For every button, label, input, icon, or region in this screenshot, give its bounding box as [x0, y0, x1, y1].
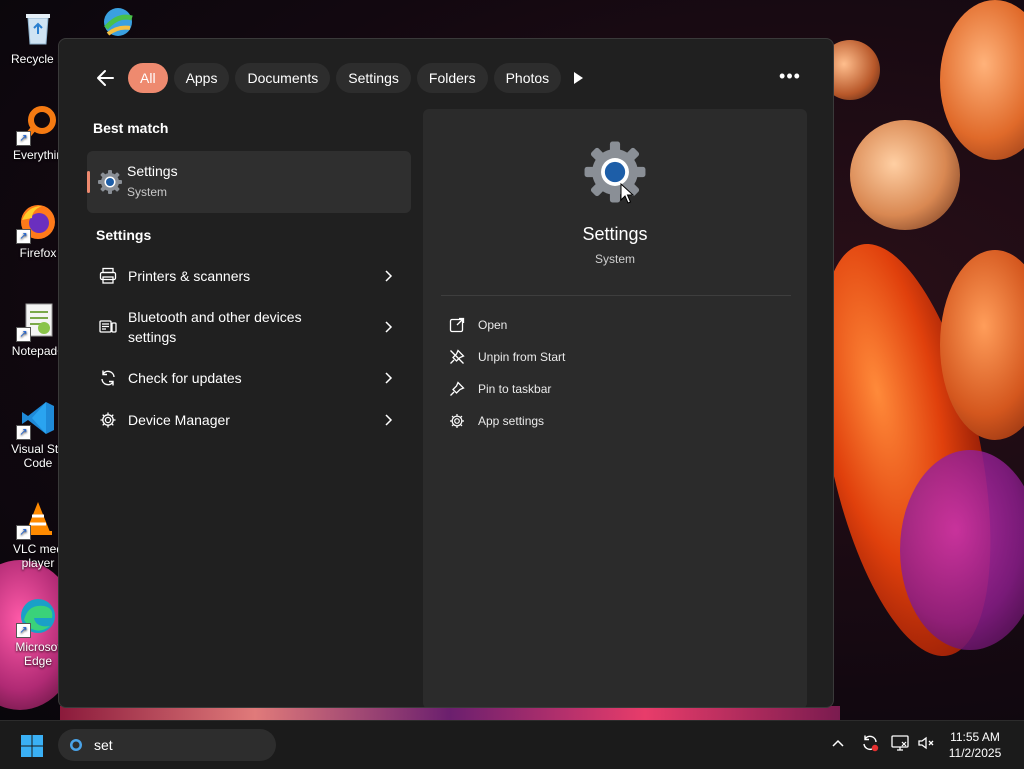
shortcut-arrow-icon: ↗ [16, 623, 31, 638]
taskbar-clock[interactable]: 11:55 AM 11/2/2025 [940, 729, 1010, 761]
shortcut-arrow-icon: ↗ [16, 525, 31, 540]
best-match-subtitle: System [127, 185, 168, 199]
sync-icon [863, 735, 879, 752]
settings-result-label: Device Manager [128, 412, 230, 428]
filter-settings[interactable]: Settings [336, 63, 411, 93]
filter-all[interactable]: All [128, 63, 168, 93]
shortcut-arrow-icon: ↗ [16, 425, 31, 440]
filter-folders[interactable]: Folders [416, 63, 488, 93]
search-magnifier-icon: ↗ [16, 104, 58, 146]
action-label: Unpin from Start [478, 350, 566, 364]
settings-heading: Settings [96, 227, 152, 243]
volume-muted-icon [918, 736, 934, 750]
search-panel: All Apps Documents Settings Folders Phot… [58, 38, 834, 708]
chevron-up-icon [832, 739, 844, 747]
show-hidden-icons-button[interactable] [828, 733, 848, 753]
chevron-right-icon [383, 319, 393, 335]
taskbar-search-box[interactable]: set [58, 729, 276, 761]
recycle-bin-icon [18, 8, 58, 48]
shortcut-arrow-icon: ↗ [16, 131, 31, 146]
arrow-left-icon [97, 70, 114, 86]
filter-chips: All Apps Documents Settings Folders Phot… [128, 63, 562, 93]
gear-icon [449, 413, 465, 429]
filter-documents[interactable]: Documents [235, 63, 331, 93]
notepadpp-icon: ↗ [16, 300, 58, 342]
settings-result-device-manager[interactable]: Device Manager [87, 401, 411, 439]
search-icon [68, 737, 84, 753]
action-label: Open [478, 318, 508, 332]
best-match-heading: Best match [93, 120, 169, 136]
vscode-icon: ↗ [16, 398, 58, 440]
tray-network-button[interactable] [890, 733, 910, 753]
wallpaper-strip [60, 706, 840, 720]
open-external-icon [449, 317, 465, 333]
tray-sync-button[interactable] [860, 733, 880, 753]
action-label: App settings [478, 414, 545, 428]
best-match-item[interactable]: Settings System [87, 151, 411, 213]
unpin-icon [449, 349, 465, 365]
clock-time: 11:55 AM [950, 730, 1000, 744]
more-filters-button[interactable] [567, 67, 589, 89]
mouse-cursor-icon [620, 182, 635, 205]
selection-accent [87, 171, 90, 193]
action-label: Pin to taskbar [478, 382, 552, 396]
play-arrow-icon [574, 72, 583, 84]
shortcut-arrow-icon: ↗ [16, 327, 31, 342]
tray-volume-button[interactable] [916, 733, 936, 753]
vlc-cone-icon: ↗ [16, 498, 58, 540]
edge-icon: ↗ [16, 596, 58, 638]
wallpaper-shape [850, 120, 960, 230]
chevron-right-icon [383, 412, 393, 428]
chevron-right-icon [383, 268, 393, 284]
wallpaper-shape [940, 0, 1024, 160]
search-input[interactable]: set [94, 737, 113, 753]
settings-result-bluetooth[interactable]: Bluetooth and other devices settings [87, 303, 411, 351]
devices-icon [99, 318, 117, 336]
start-button[interactable] [20, 734, 44, 758]
settings-app-large-icon [582, 139, 648, 205]
settings-app-icon [97, 169, 123, 195]
shortcut-arrow-icon: ↗ [16, 229, 31, 244]
more-options-button[interactable]: ••• [777, 67, 803, 89]
firefox-icon: ↗ [16, 202, 58, 244]
pin-icon [449, 381, 465, 397]
detail-pane: Settings System Open Unpin from Start Pi… [423, 109, 807, 707]
filter-apps[interactable]: Apps [173, 63, 230, 93]
windows-logo-icon [21, 735, 43, 757]
printer-icon [99, 267, 117, 285]
filter-photos[interactable]: Photos [493, 63, 562, 93]
detail-title: Settings [582, 224, 648, 244]
settings-result-printers[interactable]: Printers & scanners [87, 257, 411, 295]
network-monitor-icon [891, 735, 909, 751]
refresh-icon [99, 369, 117, 387]
gear-small-icon [99, 411, 117, 429]
detail-subtitle: System [594, 252, 635, 266]
settings-result-updates[interactable]: Check for updates [87, 359, 411, 397]
settings-result-label: Bluetooth and other devices settings [128, 309, 302, 345]
detail-divider [441, 295, 791, 296]
taskbar: set 11:55 AM 11/2/2025 [0, 720, 1024, 769]
clock-date: 11/2/2025 [948, 746, 1002, 760]
settings-result-label: Printers & scanners [128, 268, 251, 284]
settings-result-label: Check for updates [128, 370, 242, 386]
back-button[interactable] [93, 65, 119, 91]
best-match-title: Settings [127, 163, 178, 179]
chevron-right-icon [383, 370, 393, 386]
